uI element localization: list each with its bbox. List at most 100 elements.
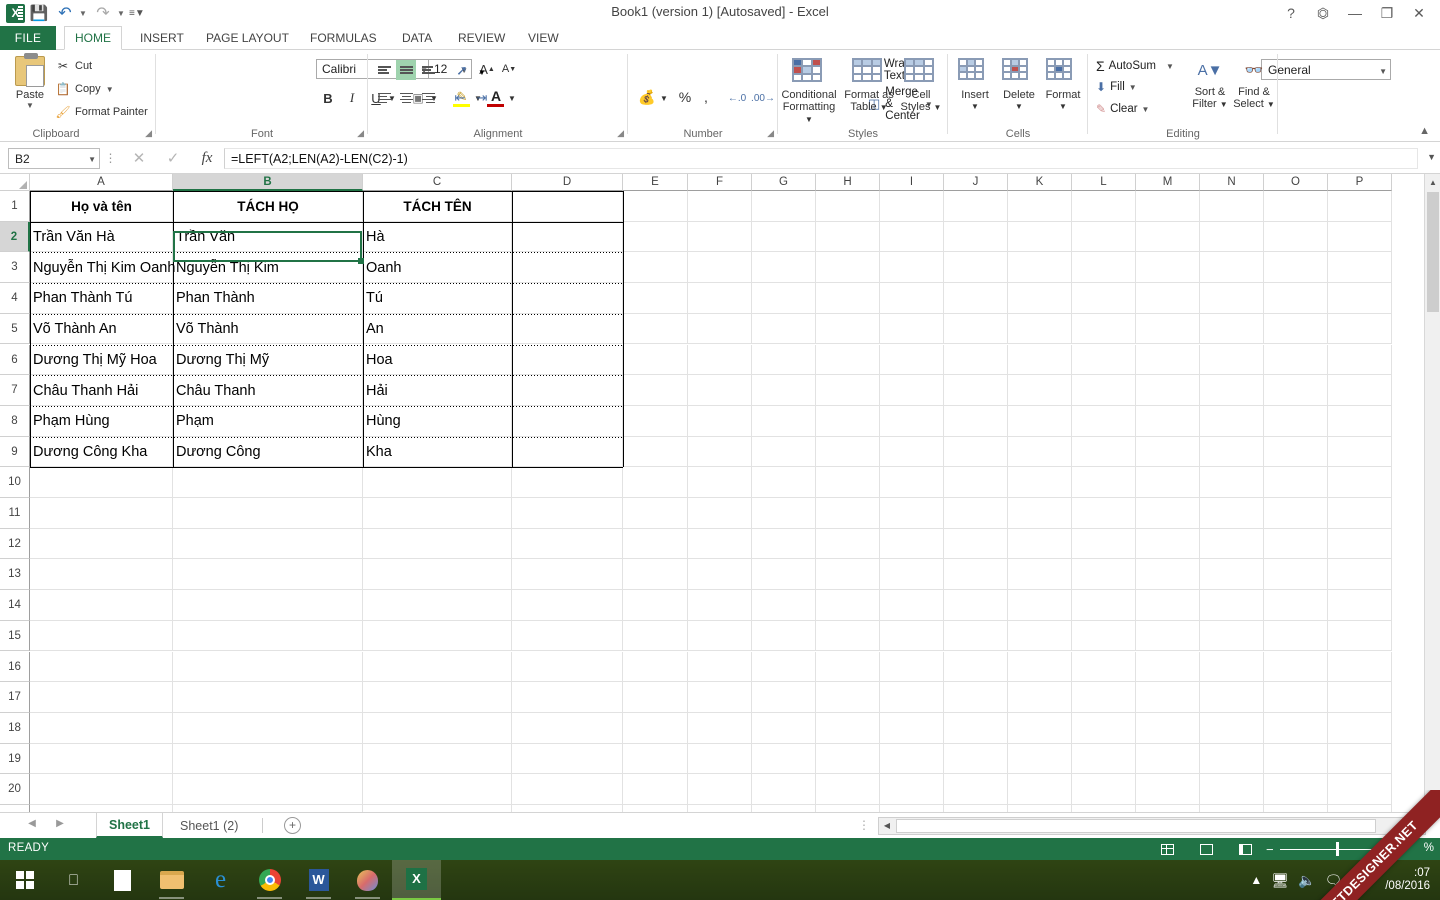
cell-I16[interactable] [880,652,944,683]
cell-G16[interactable] [752,652,816,683]
cell-J14[interactable] [944,590,1008,621]
cell-J3[interactable] [944,252,1008,283]
italic-button[interactable]: I [342,88,362,108]
row-header-18[interactable]: 18 [0,713,30,744]
cell-O13[interactable] [1264,559,1328,590]
cell-D4[interactable] [512,283,623,314]
cell-M21[interactable] [1136,805,1200,812]
cell-D10[interactable] [512,467,623,498]
close-button[interactable]: ✕ [1404,2,1434,24]
cell-N4[interactable] [1200,283,1264,314]
cell-D5[interactable] [512,314,623,345]
cell-D21[interactable] [512,805,623,812]
cell-D18[interactable] [512,713,623,744]
cell-O19[interactable] [1264,744,1328,775]
cell-F21[interactable] [688,805,752,812]
cancel-icon[interactable]: ✕ [122,149,156,167]
format-painter-button[interactable]: 🖌 Format Painter [56,105,148,119]
cell-H2[interactable] [816,222,880,253]
zoom-level-label[interactable]: % [1424,842,1434,854]
cell-H14[interactable] [816,590,880,621]
cell-N3[interactable] [1200,252,1264,283]
column-header-p[interactable]: P [1328,174,1392,191]
column-header-k[interactable]: K [1008,174,1072,191]
column-header-f[interactable]: F [688,174,752,191]
cell-M13[interactable] [1136,559,1200,590]
column-header-l[interactable]: L [1072,174,1136,191]
cell-A14[interactable] [30,590,173,621]
cell-J9[interactable] [944,437,1008,468]
cell-B20[interactable] [173,774,363,805]
cell-E14[interactable] [623,590,688,621]
row-header-4[interactable]: 4 [0,283,30,314]
cell-K11[interactable] [1008,498,1072,529]
cell-G11[interactable] [752,498,816,529]
cell-F8[interactable] [688,406,752,437]
cell-I18[interactable] [880,713,944,744]
cell-P14[interactable] [1328,590,1392,621]
cell-M6[interactable] [1136,345,1200,376]
tab-data[interactable]: DATA [392,26,442,50]
cell-N17[interactable] [1200,682,1264,713]
cell-P19[interactable] [1328,744,1392,775]
column-header-g[interactable]: G [752,174,816,191]
cell-E15[interactable] [623,621,688,652]
cell-O4[interactable] [1264,283,1328,314]
cell-P2[interactable] [1328,222,1392,253]
row-header-20[interactable]: 20 [0,774,30,805]
cell-D20[interactable] [512,774,623,805]
cell-O9[interactable] [1264,437,1328,468]
collapse-ribbon-button[interactable]: ▲ [1419,125,1430,137]
row-header-6[interactable]: 6 [0,345,30,376]
cell-B16[interactable] [173,652,363,683]
cell-E1[interactable] [623,191,688,222]
cell-I6[interactable] [880,345,944,376]
cell-K13[interactable] [1008,559,1072,590]
cell-L20[interactable] [1072,774,1136,805]
cell-F15[interactable] [688,621,752,652]
cell-J16[interactable] [944,652,1008,683]
cell-K18[interactable] [1008,713,1072,744]
paint-app[interactable] [343,860,392,900]
cell-I17[interactable] [880,682,944,713]
vertical-scroll-thumb[interactable] [1427,192,1439,312]
cell-A18[interactable] [30,713,173,744]
tab-review[interactable]: REVIEW [448,26,515,50]
orientation-dropdown-icon[interactable]: ▼ [472,62,492,82]
cell-J13[interactable] [944,559,1008,590]
cell-N6[interactable] [1200,345,1264,376]
cell-H10[interactable] [816,467,880,498]
row-header-10[interactable]: 10 [0,467,30,498]
cell-H16[interactable] [816,652,880,683]
cell-G14[interactable] [752,590,816,621]
cell-L19[interactable] [1072,744,1136,775]
cell-O12[interactable] [1264,529,1328,560]
cell-C11[interactable] [363,498,512,529]
cell-H1[interactable] [816,191,880,222]
cell-I10[interactable] [880,467,944,498]
zoom-slider-track[interactable] [1280,849,1380,850]
edge-browser-app[interactable]: e [196,860,245,900]
comma-format-button[interactable]: , [696,86,716,108]
cell-L9[interactable] [1072,437,1136,468]
cell-G2[interactable] [752,222,816,253]
column-header-h[interactable]: H [816,174,880,191]
cell-M19[interactable] [1136,744,1200,775]
fill-dropdown-icon[interactable]: ▼ [1129,83,1137,92]
notifications-icon[interactable]: 🗨 [1325,872,1343,889]
cell-P6[interactable] [1328,345,1392,376]
cell-F12[interactable] [688,529,752,560]
select-all-button[interactable] [0,174,30,191]
cell-J6[interactable] [944,345,1008,376]
clock[interactable]: :07 /08/2016 [1385,867,1436,893]
excel-app[interactable]: X [392,860,441,900]
fill-button[interactable]: ⬇ Fill ▼ [1096,80,1137,94]
cell-K20[interactable] [1008,774,1072,805]
cell-E18[interactable] [623,713,688,744]
cell-F5[interactable] [688,314,752,345]
page-break-preview-button[interactable] [1234,841,1256,857]
chrome-browser-app[interactable] [245,860,294,900]
cell-E17[interactable] [623,682,688,713]
horizontal-scrollbar[interactable]: ◀ ▶ [878,817,1426,835]
cell-I21[interactable] [880,805,944,812]
